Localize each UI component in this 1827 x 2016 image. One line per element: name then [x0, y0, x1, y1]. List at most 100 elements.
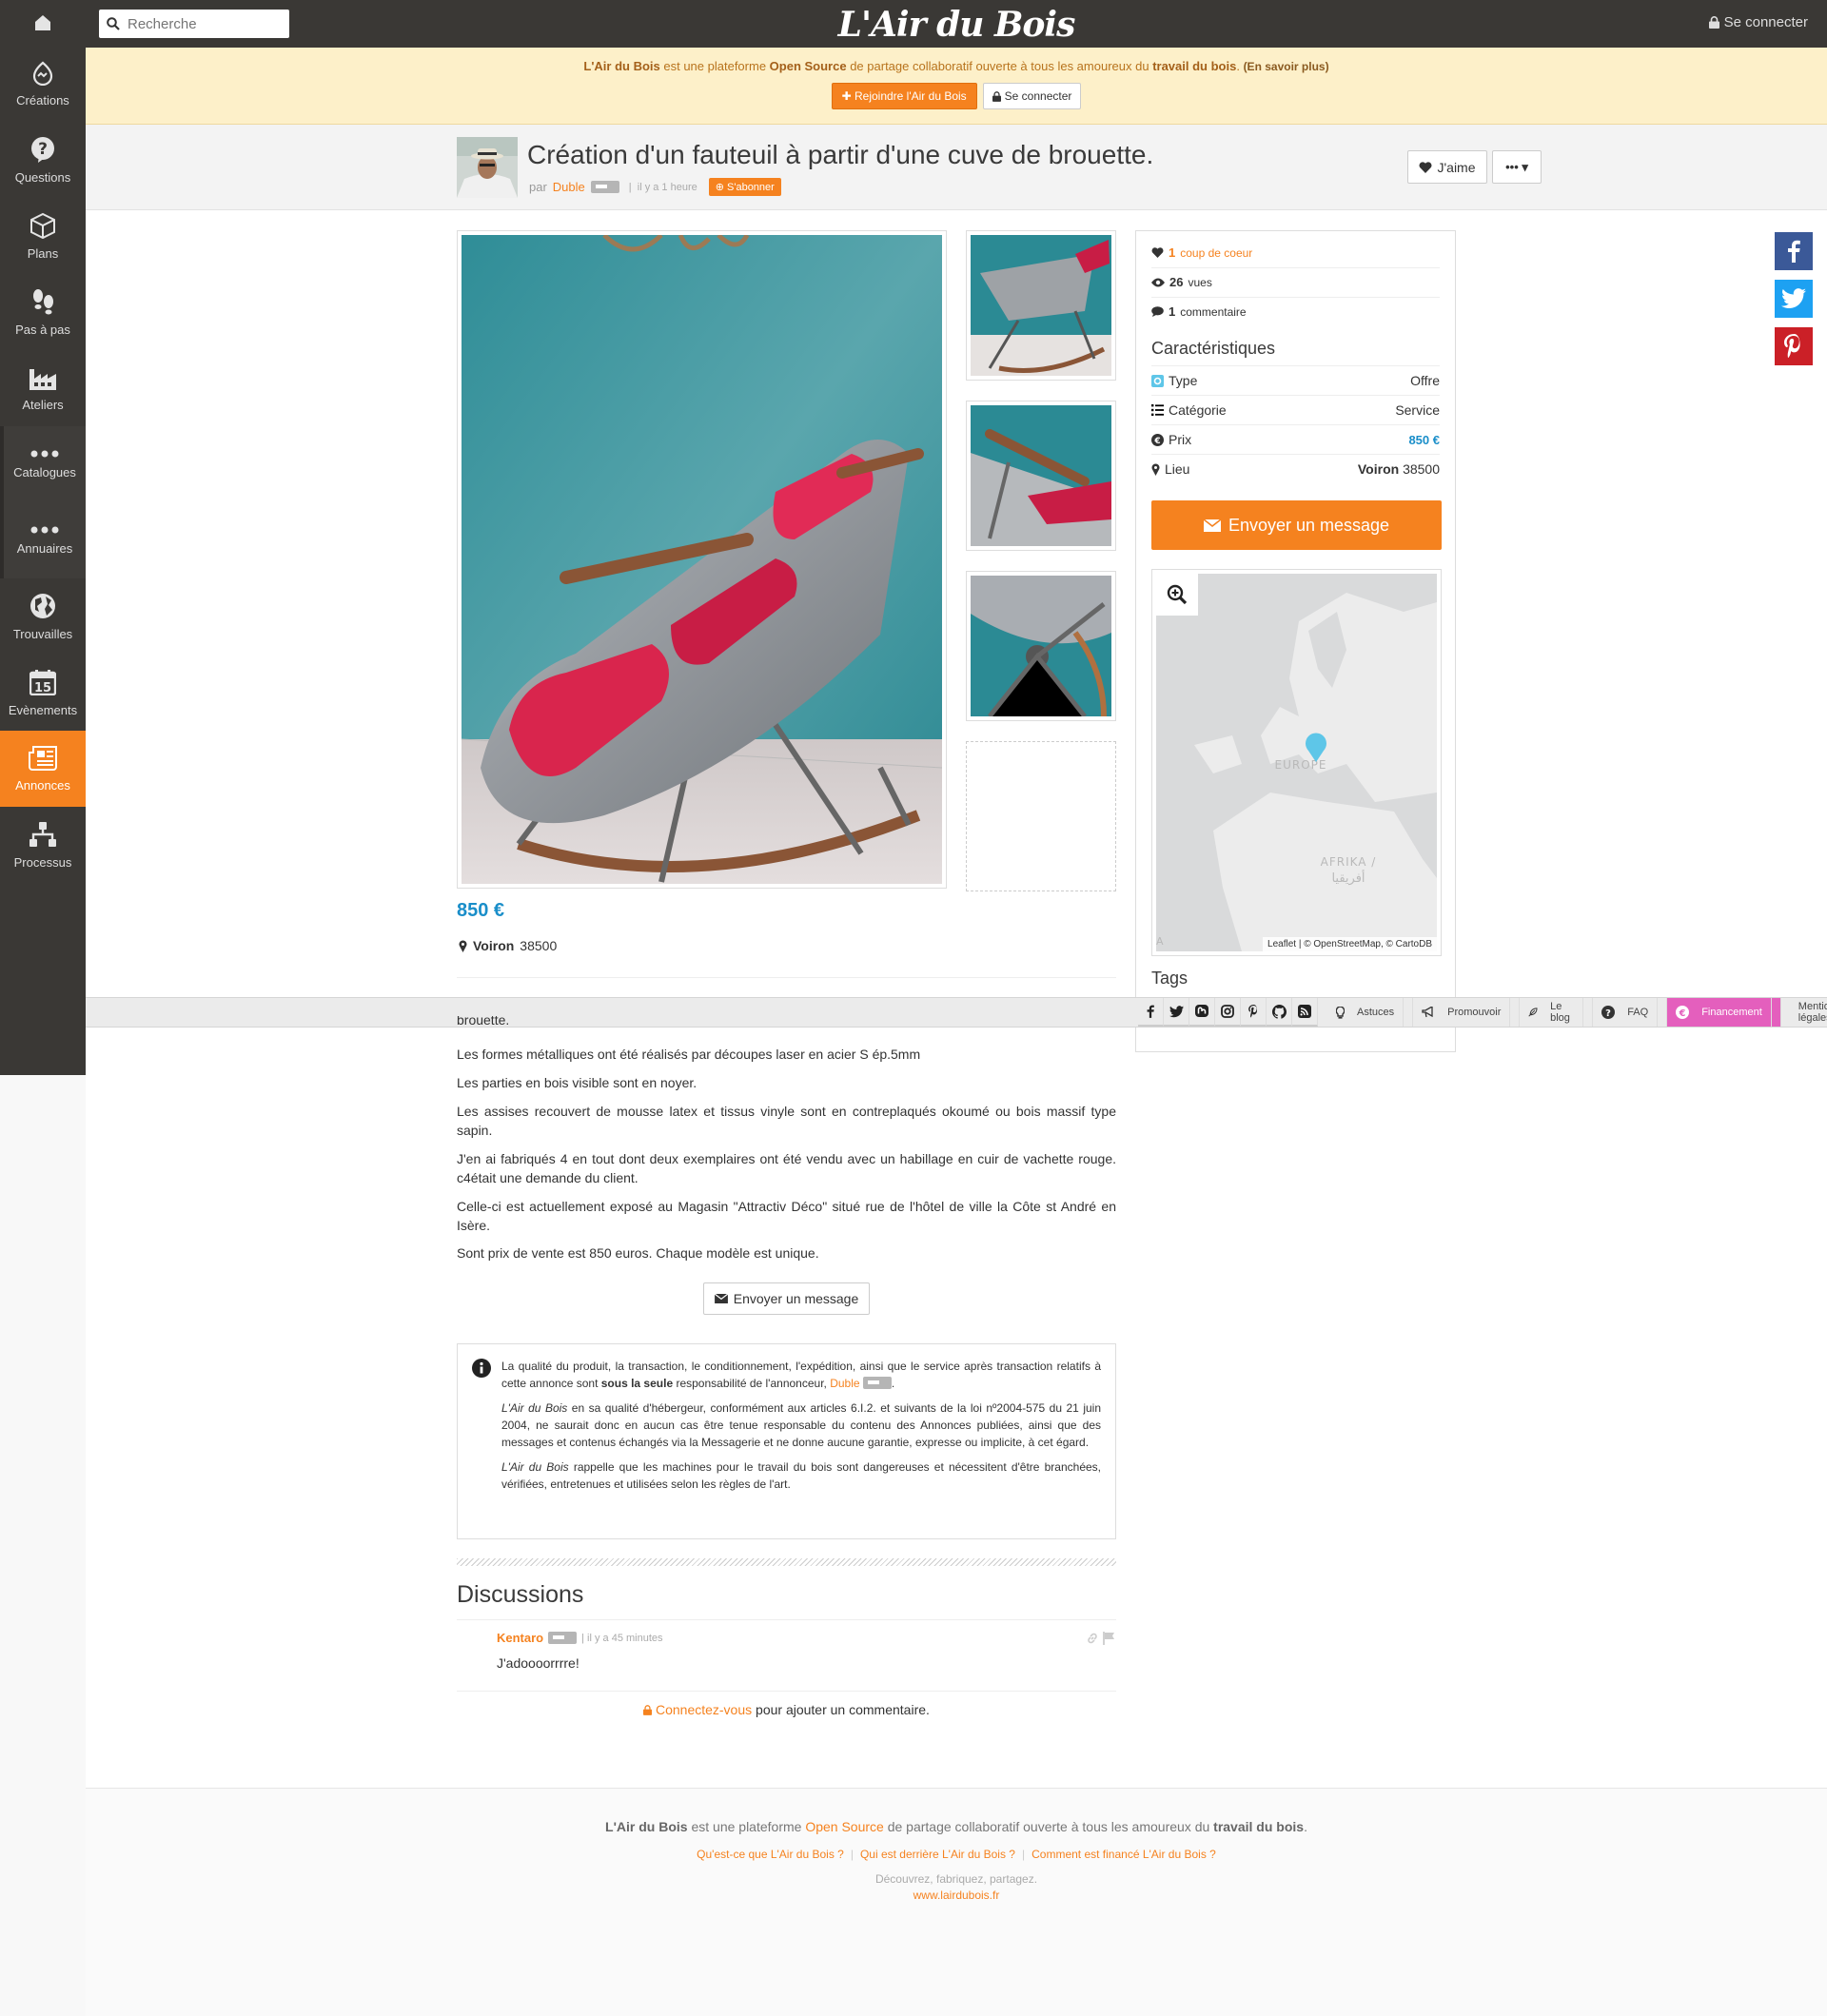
home-button[interactable]: [0, 0, 86, 46]
thumbnail-3[interactable]: [966, 571, 1116, 721]
home-icon: [35, 15, 50, 30]
subscribe-button[interactable]: ⊕ S'abonner: [708, 178, 781, 196]
like-button[interactable]: J'aime: [1407, 150, 1487, 184]
sidebar-item-questions[interactable]: ? Questions: [0, 122, 86, 198]
thumbnail-photo: [971, 235, 1111, 376]
site-logo[interactable]: L'Air du Bois: [86, 5, 1827, 45]
sidebar-item-evenements[interactable]: 15 Evènements: [0, 655, 86, 731]
search-input[interactable]: [128, 15, 270, 32]
facebook-icon: [1147, 1005, 1154, 1018]
characteristics-heading: Caractéristiques: [1151, 339, 1276, 358]
feed-icon: [1298, 1005, 1311, 1018]
sidebar-item-annuaires[interactable]: Annuaires: [0, 502, 91, 578]
like-label: J'aime: [1437, 159, 1476, 175]
footer-text: est une plateforme: [687, 1819, 806, 1834]
toolbar-mastodon-link[interactable]: [1189, 998, 1215, 1027]
banner-login-button[interactable]: Se connecter: [982, 83, 1082, 109]
svg-text:€: €: [1679, 1008, 1686, 1019]
disclaimer-author-link[interactable]: Duble: [830, 1377, 859, 1390]
send-message-button[interactable]: Envoyer un message: [1151, 500, 1442, 550]
toolbar-link-financement[interactable]: € Financement: [1667, 998, 1781, 1027]
author-avatar[interactable]: [457, 137, 518, 198]
char-row-category: Catégorie Service: [1151, 395, 1440, 424]
thumbnail-1[interactable]: [966, 230, 1116, 381]
connect-link[interactable]: Connectez-vous: [656, 1702, 752, 1717]
svg-text:?: ?: [38, 140, 48, 159]
toolbar-link-mentions[interactable]: Mentions légales: [1781, 998, 1827, 1027]
sidebar-item-catalogues[interactable]: Catalogues: [0, 426, 91, 502]
envelope-icon: [714, 1294, 728, 1303]
sidebar-item-creations[interactable]: Créations: [0, 46, 86, 122]
toolbar-link-faq[interactable]: ? FAQ: [1593, 998, 1668, 1027]
location-map[interactable]: EUROPE AFRIKA / أفريقيا A Leaflet | © Op…: [1151, 569, 1442, 956]
facebook-share-button[interactable]: [1775, 232, 1813, 270]
disclaimer-box: La qualité du produit, la transaction, l…: [457, 1343, 1116, 1539]
footsteps-icon: [33, 288, 53, 314]
toolbar-rss-link[interactable]: [1292, 998, 1318, 1027]
footer-url[interactable]: www.lairdubois.fr: [86, 1889, 1827, 1902]
char-value: Offre: [1410, 373, 1440, 388]
toolbar-instagram-link[interactable]: [1215, 998, 1241, 1027]
toolbar-link-promouvoir[interactable]: Promouvoir: [1413, 998, 1521, 1027]
divider: [457, 977, 1116, 978]
footer-wood: travail du bois: [1213, 1819, 1305, 1834]
sidebar-item-annonces[interactable]: Annonces: [0, 731, 86, 807]
footer-link-who[interactable]: Qui est derrière L'Air du Bois ?: [860, 1848, 1015, 1861]
info-icon: [472, 1359, 491, 1378]
comment-header: Kentaro | il y a 45 minutes: [497, 1631, 663, 1645]
footer-links: Astuces Promouvoir Le blog ? FAQ € Finance…: [1327, 998, 1827, 1027]
join-label: Rejoindre l'Air du Bois: [854, 89, 967, 103]
footer-link-what[interactable]: Qu'est-ce que L'Air du Bois ?: [697, 1848, 844, 1861]
comment-tools: [1086, 1632, 1115, 1645]
flag-icon[interactable]: [1103, 1632, 1115, 1645]
process-icon: [29, 821, 56, 847]
sidebar-item-ateliers[interactable]: Ateliers: [0, 350, 86, 426]
post-byline: par Duble | il y a 1 heure ⊕ S'abonner: [529, 178, 781, 196]
armchair-photo: [462, 235, 942, 884]
post-time-value: il y a 1 heure: [637, 181, 697, 193]
zoom-button[interactable]: [1156, 574, 1198, 616]
toolbar-github-link[interactable]: [1267, 998, 1292, 1027]
pinterest-icon: [1247, 1005, 1257, 1018]
sidebar-item-plans[interactable]: Plans: [0, 198, 86, 274]
footer-link-funding[interactable]: Comment est financé L'Air du Bois ?: [1031, 1848, 1216, 1861]
toolbar-link-astuces[interactable]: Astuces: [1327, 998, 1414, 1027]
sidebar-item-processus[interactable]: Processus: [0, 807, 86, 883]
disclaimer-brand: L'Air du Bois: [501, 1460, 569, 1474]
link-icon[interactable]: [1086, 1632, 1099, 1645]
map-attribution[interactable]: Leaflet | © OpenStreetMap, © CartoDB: [1263, 937, 1437, 951]
author-link[interactable]: Duble: [553, 180, 585, 194]
twitter-share-button[interactable]: [1775, 280, 1813, 318]
footer-open-source-link[interactable]: Open Source: [805, 1819, 884, 1834]
main-photo[interactable]: [457, 230, 947, 889]
pinterest-share-button[interactable]: [1775, 327, 1813, 365]
toolbar-twitter-link[interactable]: [1164, 998, 1189, 1027]
map-label-europe: EUROPE: [1275, 758, 1327, 772]
article-paragraph: Sont prix de vente est 850 euros. Chaque…: [457, 1245, 819, 1261]
mastodon-icon: [1195, 1005, 1208, 1017]
login-link[interactable]: Se connecter: [1708, 14, 1808, 30]
join-button[interactable]: ✚ Rejoindre l'Air du Bois: [831, 83, 977, 109]
info-panel: 1 coup de coeur 26 vues 1 commentaire Carac…: [1135, 230, 1456, 1052]
connect-prompt: Connectez-vous pour ajouter un commentai…: [457, 1702, 1116, 1717]
toolbar-facebook-link[interactable]: [1138, 998, 1164, 1027]
banner-more-link[interactable]: (En savoir plus): [1244, 60, 1329, 73]
likes-count: 1: [1169, 245, 1176, 260]
lightbulb-icon: [1336, 1006, 1345, 1019]
sidebar-item-label: Trouvailles: [12, 626, 73, 641]
toolbar-link-blog[interactable]: Le blog: [1520, 998, 1594, 1027]
comment-author-link[interactable]: Kentaro: [497, 1631, 543, 1645]
lock-icon: [643, 1705, 653, 1715]
disclaimer-text: responsabilité de l'annonceur,: [673, 1377, 831, 1390]
lock-icon: [1708, 16, 1719, 29]
thumbnail-2[interactable]: [966, 401, 1116, 551]
map-label-africa-arabic: أفريقيا: [1331, 870, 1365, 886]
stat-likes[interactable]: 1 coup de coeur: [1151, 245, 1440, 268]
sidebar-item-trouvailles[interactable]: Trouvailles: [0, 578, 86, 655]
toolbar-pinterest-link[interactable]: [1241, 998, 1267, 1027]
sidebar-item-pas-a-pas[interactable]: Pas à pas: [0, 274, 86, 350]
char-label: Type: [1169, 373, 1198, 388]
more-options-button[interactable]: ••• ▾: [1492, 150, 1542, 184]
send-message-button-secondary[interactable]: Envoyer un message: [703, 1282, 870, 1315]
search-box[interactable]: [99, 10, 289, 38]
